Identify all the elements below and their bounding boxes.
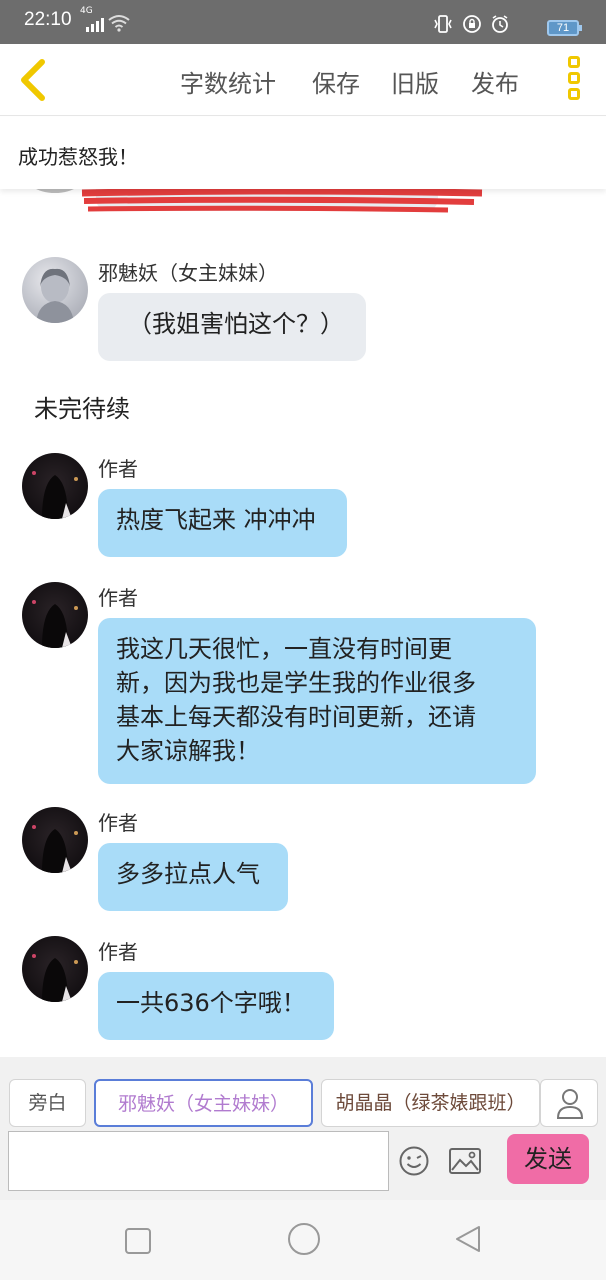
sender-name: 邪魅妖（女主妹妹） xyxy=(98,261,278,285)
chevron-left-icon xyxy=(21,59,45,101)
sender-name: 作者 xyxy=(98,586,138,610)
message-bubble[interactable]: 多多拉点人气 xyxy=(98,843,288,911)
redaction-scribble xyxy=(81,189,483,213)
vibrate-icon xyxy=(434,15,452,33)
message-bubble[interactable]: 热度飞起来 冲冲冲 xyxy=(98,489,347,557)
circle-icon xyxy=(288,1223,320,1255)
avatar[interactable] xyxy=(22,257,88,323)
narration-text[interactable]: 未完待续 xyxy=(34,389,130,424)
network-type: 4G xyxy=(80,6,93,16)
wifi-icon xyxy=(108,14,130,36)
character-chip-narrator[interactable]: 旁白 xyxy=(9,1079,86,1127)
signal-icon xyxy=(86,18,104,32)
smiley-icon xyxy=(399,1146,429,1176)
person-icon xyxy=(556,1089,584,1119)
editor-toolbar: 字数统计 保存 旧版 发布 xyxy=(0,44,606,116)
message-bubble[interactable]: 一共636个字哦！ xyxy=(98,972,334,1040)
more-options-button[interactable] xyxy=(562,56,586,104)
emoji-button[interactable] xyxy=(398,1145,430,1177)
message-bubble[interactable]: 我这几天很忙，一直没有时间更 新，因为我也是学生我的作业很多 基本上每天都没有时… xyxy=(98,618,536,784)
status-bar: 22:10 4G 71 xyxy=(0,0,606,44)
save-button[interactable]: 保存 xyxy=(312,64,360,99)
publish-button[interactable]: 发布 xyxy=(471,64,519,99)
avatar[interactable] xyxy=(22,936,88,1002)
image-icon xyxy=(449,1148,481,1174)
chapter-title-bar: 成功惹怒我！ xyxy=(0,117,606,189)
image-button[interactable] xyxy=(448,1145,482,1177)
avatar[interactable] xyxy=(22,582,88,648)
chat-area[interactable]: 邪魅妖（女主妹妹） （我姐害怕这个？） 未完待续 作者 热度飞起来 冲冲冲 作者… xyxy=(0,189,606,1057)
character-manage-button[interactable] xyxy=(540,1079,598,1127)
character-chip-selected[interactable]: 邪魅妖（女主妹妹） xyxy=(94,1079,313,1127)
composer-panel: 旁白 邪魅妖（女主妹妹） 胡晶晶（绿茶婊跟班） 发送 xyxy=(0,1057,606,1200)
avatar[interactable] xyxy=(22,453,88,519)
battery-icon: 71 xyxy=(547,20,582,36)
home-button[interactable] xyxy=(287,1222,321,1260)
status-time: 22:10 xyxy=(24,9,72,30)
old-version-button[interactable]: 旧版 xyxy=(391,64,439,99)
square-icon xyxy=(125,1228,151,1254)
navigation-bar xyxy=(0,1200,606,1280)
chapter-title[interactable]: 成功惹怒我！ xyxy=(18,141,138,170)
lock-rotation-icon xyxy=(463,15,481,33)
alarm-icon xyxy=(492,15,508,33)
back-nav-button[interactable] xyxy=(454,1224,482,1258)
message-bubble[interactable]: （我姐害怕这个？） xyxy=(98,293,366,361)
message-input[interactable] xyxy=(8,1131,389,1191)
send-button[interactable]: 发送 xyxy=(507,1134,589,1184)
back-button[interactable] xyxy=(14,58,50,102)
system-icons xyxy=(432,14,510,34)
sender-name: 作者 xyxy=(98,457,138,481)
sender-name: 作者 xyxy=(98,811,138,835)
recent-apps-button[interactable] xyxy=(124,1227,152,1259)
character-chip[interactable]: 胡晶晶（绿茶婊跟班） xyxy=(321,1079,540,1127)
word-count-button[interactable]: 字数统计 xyxy=(180,64,276,99)
sender-name: 作者 xyxy=(98,940,138,964)
triangle-back-icon xyxy=(456,1226,480,1252)
avatar[interactable] xyxy=(22,807,88,873)
